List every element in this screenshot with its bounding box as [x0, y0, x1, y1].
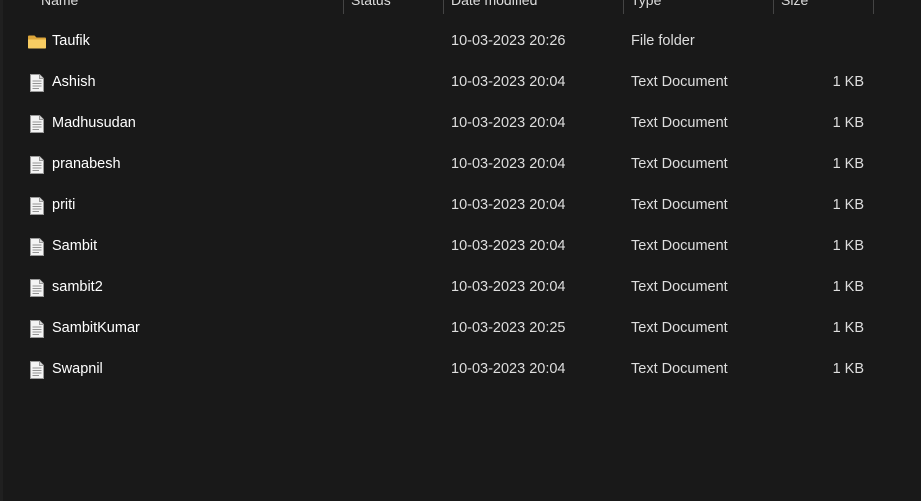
date-modified: 10-03-2023 20:25	[451, 320, 566, 336]
column-header-type[interactable]: Type	[631, 0, 661, 11]
column-header-size[interactable]: Size	[781, 0, 808, 11]
column-header-name[interactable]: Name	[41, 0, 78, 11]
text-document-icon	[27, 196, 47, 216]
file-row[interactable]: Swapnil 10-03-2023 20:04 Text Document 1 KB	[0, 349, 921, 390]
file-type: Text Document	[631, 156, 728, 172]
folder-icon	[27, 32, 47, 52]
file-row[interactable]: Sambit 10-03-2023 20:04 Text Document 1 KB	[0, 226, 921, 267]
column-divider[interactable]	[873, 0, 874, 14]
column-header-status[interactable]: Status	[351, 0, 391, 11]
file-list: Taufik 10-03-2023 20:26 File folder Ashish 1…	[0, 21, 921, 390]
file-size: 1 KB	[832, 320, 864, 336]
file-row[interactable]: pranabesh 10-03-2023 20:04 Text Document 1 …	[0, 144, 921, 185]
date-modified: 10-03-2023 20:04	[451, 74, 566, 90]
column-header: Name Status Date modified Type Size	[0, 0, 921, 14]
file-name: sambit2	[52, 279, 103, 295]
column-divider[interactable]	[773, 0, 774, 14]
date-modified: 10-03-2023 20:04	[451, 361, 566, 377]
file-name: Madhusudan	[52, 115, 136, 131]
column-header-date-modified[interactable]: Date modified	[451, 0, 537, 11]
column-divider[interactable]	[623, 0, 624, 14]
file-name: pranabesh	[52, 156, 121, 172]
folder-row[interactable]: Taufik 10-03-2023 20:26 File folder	[0, 21, 921, 62]
file-name: Ashish	[52, 74, 96, 90]
date-modified: 10-03-2023 20:04	[451, 279, 566, 295]
file-row[interactable]: Ashish 10-03-2023 20:04 Text Document 1 KB	[0, 62, 921, 103]
file-row[interactable]: Madhusudan 10-03-2023 20:04 Text Document 1…	[0, 103, 921, 144]
text-document-icon	[27, 155, 47, 175]
file-type: File folder	[631, 33, 695, 49]
text-document-icon	[27, 319, 47, 339]
file-row[interactable]: priti 10-03-2023 20:04 Text Document 1 KB	[0, 185, 921, 226]
file-size: 1 KB	[832, 197, 864, 213]
file-name: Taufik	[52, 33, 90, 49]
date-modified: 10-03-2023 20:04	[451, 197, 566, 213]
file-type: Text Document	[631, 279, 728, 295]
file-size: 1 KB	[832, 115, 864, 131]
file-type: Text Document	[631, 320, 728, 336]
file-type: Text Document	[631, 238, 728, 254]
file-row[interactable]: SambitKumar 10-03-2023 20:25 Text Document…	[0, 308, 921, 349]
text-document-icon	[27, 73, 47, 93]
file-size: 1 KB	[832, 279, 864, 295]
file-size: 1 KB	[832, 74, 864, 90]
text-document-icon	[27, 237, 47, 257]
date-modified: 10-03-2023 20:26	[451, 33, 566, 49]
file-size: 1 KB	[832, 156, 864, 172]
file-name: Swapnil	[52, 361, 103, 377]
date-modified: 10-03-2023 20:04	[451, 115, 566, 131]
file-name: priti	[52, 197, 76, 213]
file-row[interactable]: sambit2 10-03-2023 20:04 Text Document 1 KB	[0, 267, 921, 308]
file-name: Sambit	[52, 238, 98, 254]
text-document-icon	[27, 278, 47, 298]
column-divider[interactable]	[443, 0, 444, 14]
file-type: Text Document	[631, 197, 728, 213]
column-divider[interactable]	[343, 0, 344, 14]
file-type: Text Document	[631, 74, 728, 90]
file-size: 1 KB	[832, 361, 864, 377]
file-type: Text Document	[631, 361, 728, 377]
text-document-icon	[27, 114, 47, 134]
file-type: Text Document	[631, 115, 728, 131]
date-modified: 10-03-2023 20:04	[451, 156, 566, 172]
file-size: 1 KB	[832, 238, 864, 254]
file-name: SambitKumar	[52, 320, 140, 336]
text-document-icon	[27, 360, 47, 380]
date-modified: 10-03-2023 20:04	[451, 238, 566, 254]
